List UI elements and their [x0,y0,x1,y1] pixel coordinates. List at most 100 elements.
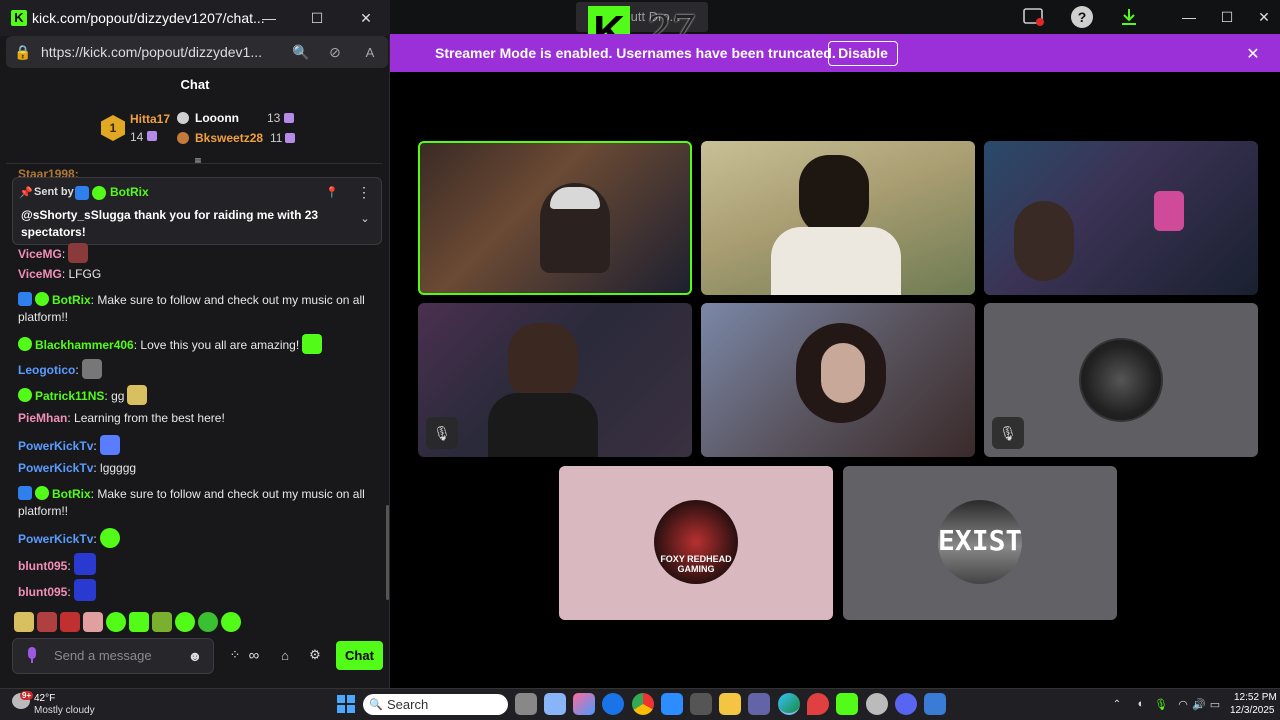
gift-icon [284,113,294,123]
emote[interactable] [37,612,57,632]
app-icon[interactable] [924,693,946,715]
message-username[interactable]: ViceMG [18,267,62,281]
video-tile-3[interactable] [984,141,1258,295]
tracking-icon[interactable]: ⊘ [326,43,344,61]
discord-icon[interactable] [895,693,917,715]
start-button-icon[interactable] [337,695,355,713]
url-text[interactable]: https://kick.com/popout/dizzydev1... [41,44,262,60]
send-chat-button[interactable]: Chat [336,641,383,670]
maps-icon[interactable] [807,693,829,715]
weather-desc[interactable]: Mostly cloudy [34,705,95,716]
help-icon[interactable]: ? [1071,6,1093,28]
video-tile-foxy[interactable]: FOXY REDHEAD GAMING [559,466,833,620]
message-username[interactable]: blunt095 [18,585,67,599]
message-username[interactable]: Leogotico [18,363,75,377]
kick-app-icon[interactable] [836,693,858,715]
peace-emote [99,435,120,455]
message-input[interactable]: Send a message [54,648,152,663]
store-icon[interactable]: ⌂ [276,646,294,664]
chat-scrollbar[interactable] [386,505,389,600]
popout-close-icon[interactable]: ✕ [355,7,377,29]
microphone-icon[interactable] [24,646,40,664]
chat-message: BotRix: Make sure to follow and check ou… [18,486,365,518]
wifi-icon[interactable]: ◠ [1176,697,1190,711]
message-username[interactable]: Patrick11NS [35,389,104,403]
battery-icon[interactable]: ▭ [1208,697,1222,711]
video-tile-4[interactable]: 🎙 [418,303,692,457]
chat-message: BotRix: Make sure to follow and check ou… [18,292,365,324]
message-username[interactable]: blunt095 [18,559,67,573]
hp-icon[interactable] [602,693,624,715]
task-view-icon[interactable] [515,693,537,715]
volume-icon[interactable]: 🔊 [1192,697,1206,711]
banner-close-icon[interactable]: ✕ [1243,44,1263,64]
more-options-icon[interactable]: ⋮ [357,184,371,200]
emote[interactable] [60,612,80,632]
message-username[interactable]: PowerKickTv [18,439,93,453]
message-username[interactable]: PowerKickTv [18,461,93,475]
file-explorer-icon[interactable] [719,693,741,715]
popout-minimize-icon[interactable]: — [258,7,280,29]
emote[interactable] [106,612,126,632]
disable-button[interactable]: Disable [828,41,898,66]
emote[interactable] [221,612,241,632]
close-icon[interactable]: ✕ [1253,6,1275,28]
chrome-icon[interactable] [632,693,654,715]
weather-temp[interactable]: 42°F [34,693,55,704]
video-tile-exist[interactable]: EXIST [843,466,1117,620]
emote[interactable] [14,612,34,632]
maximize-icon[interactable]: ☐ [1216,6,1238,28]
read-aloud-icon[interactable]: A [360,43,380,61]
message-username[interactable]: PieMhan [18,411,67,425]
expand-leaderboard-icon[interactable]: ≡ [189,154,207,168]
store-app-icon[interactable] [690,693,712,715]
message-username[interactable]: BotRix [52,293,91,307]
emote[interactable] [152,612,172,632]
leaderboard-second-count: 13 [267,111,281,125]
tray-app-icon[interactable]: ◐ [1134,697,1148,711]
widgets-icon[interactable] [544,693,566,715]
emote[interactable] [175,612,195,632]
video-tile-6[interactable]: 🎙 [984,303,1258,457]
tray-chevron-icon[interactable]: ⌃ [1111,697,1123,711]
chat-header: Chat [180,77,210,92]
divider [6,163,382,164]
copilot-icon[interactable] [573,693,595,715]
chat-message: Blackhammer406: Love this you all are am… [18,334,368,354]
leaderboard-first-count: 14 [130,130,144,144]
message-username[interactable]: ViceMG [18,247,62,261]
message-username[interactable]: Blackhammer406 [35,338,134,352]
search-icon: 🔍 [369,698,383,711]
bot-badge-icon [18,486,32,500]
edge-icon[interactable] [778,693,800,715]
teams-icon[interactable] [748,693,770,715]
emote[interactable] [83,612,103,632]
clock-time[interactable]: 12:52 PM [1234,692,1277,703]
video-tile-2[interactable] [701,141,975,295]
video-tile-5[interactable] [701,303,975,457]
zoom-icon[interactable]: 🔍 [292,43,310,61]
download-icon[interactable] [1118,6,1140,28]
settings-app-icon[interactable] [866,693,888,715]
message-username[interactable]: PowerKickTv [18,532,93,546]
settings-gear-icon[interactable]: ⚙ [306,646,324,664]
tray-mic-icon[interactable]: 🎙 [1154,697,1168,711]
minimize-icon[interactable]: — [1178,6,1200,28]
taskbar-search-text[interactable]: Search [387,697,428,712]
points-icon[interactable]: ⁘ [226,646,244,664]
taskbar-search[interactable] [363,694,508,715]
clock-date[interactable]: 12/3/2025 [1230,705,1275,716]
unpin-icon[interactable]: 📍 [325,185,339,199]
message-username[interactable]: BotRix [52,487,91,501]
record-icon[interactable] [1022,6,1046,28]
message-text: Learning from the best here! [74,411,225,425]
emote[interactable] [198,612,218,632]
video-tile-1[interactable] [418,141,692,295]
emoji-picker-icon[interactable]: ☻ [186,647,204,665]
chevron-down-icon[interactable]: ⌄ [358,211,372,225]
zoom-app-icon[interactable] [661,693,683,715]
popout-maximize-icon[interactable]: ☐ [306,7,328,29]
site-info-icon[interactable]: 🔒 [14,43,32,61]
infinity-icon[interactable]: ∞ [245,646,263,664]
emote[interactable] [129,612,149,632]
